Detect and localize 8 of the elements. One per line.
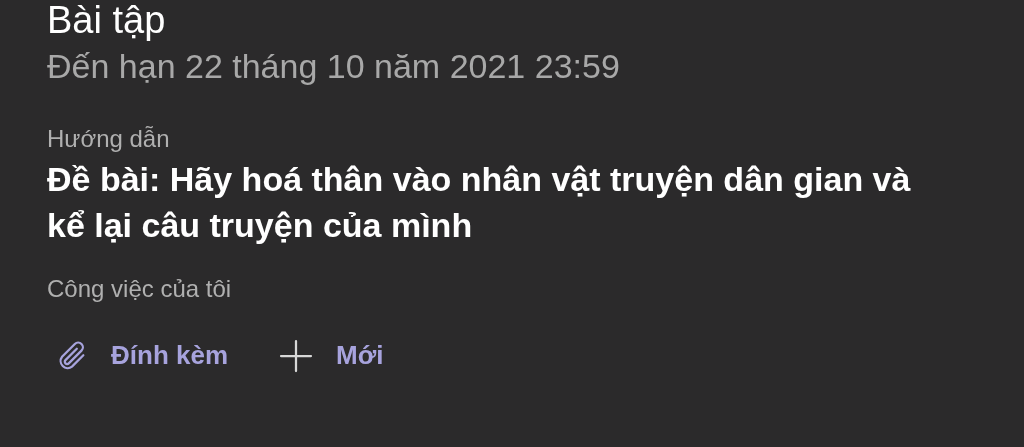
instructions-label: Hướng dẫn (47, 124, 171, 154)
assignment-title: Bài tập (47, 0, 167, 40)
new-button[interactable]: Mới (278, 336, 384, 375)
plus-icon (278, 337, 315, 374)
my-work-label: Công việc của tôi (47, 274, 233, 304)
instructions-text: Đề bài: Hãy hoá thân vào nhân vật truyện dân gian và kể lại câu truyện của mình (47, 159, 912, 246)
attach-button[interactable]: Đính kèm (55, 336, 229, 375)
due-date: Đến hạn 22 tháng 10 năm 2021 23:59 (47, 46, 621, 86)
